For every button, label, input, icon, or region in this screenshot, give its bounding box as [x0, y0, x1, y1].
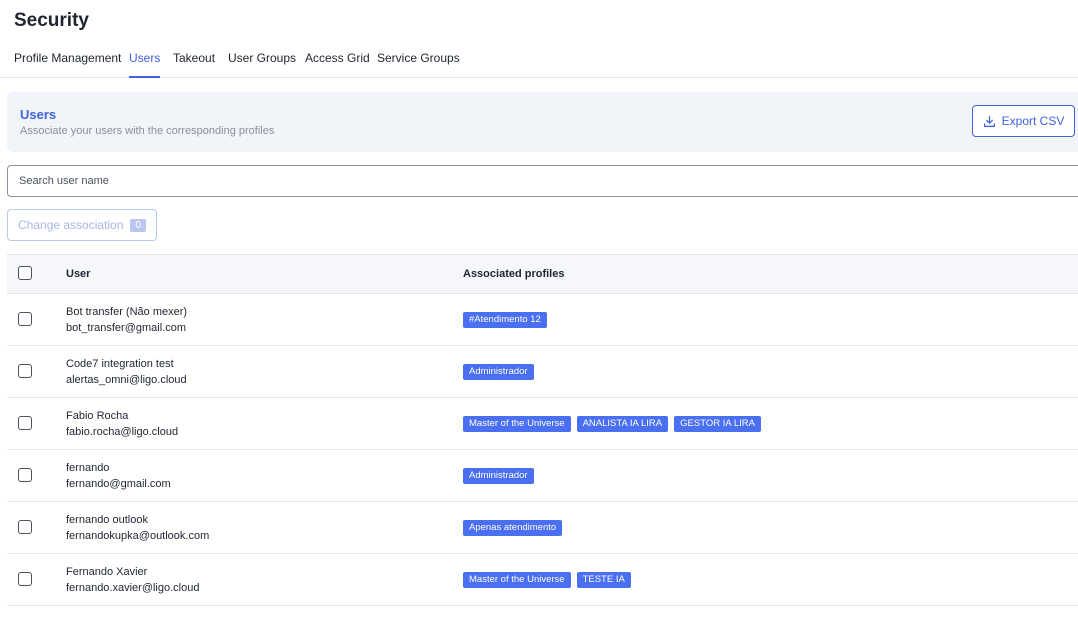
profile-badge: Master of the Universe: [463, 416, 571, 432]
user-name: Fernando Xavier: [66, 566, 148, 578]
column-header-profiles: Associated profiles: [463, 268, 565, 280]
user-email: fernandokupka@outlook.com: [66, 530, 210, 542]
profile-badge: Administrador: [463, 468, 534, 484]
search-user-input[interactable]: [7, 165, 1078, 197]
tab-service-groups[interactable]: Service Groups: [377, 51, 460, 78]
profile-badges: Master of the Universe TESTE IA: [463, 572, 631, 588]
profile-badge: ANALISTA IA LIRA: [576, 416, 669, 432]
row-checkbox[interactable]: [18, 364, 32, 378]
profile-badges: #Atendimento 12: [463, 312, 547, 328]
profile-badges: Administrador: [463, 468, 534, 484]
profile-badge: #Atendimento 12: [463, 312, 547, 328]
profile-badges: Master of the Universe ANALISTA IA LIRA GE…: [463, 416, 761, 432]
column-header-user: User: [66, 268, 91, 280]
tab-bar: Profile Management Users Takeout User Gr…: [0, 44, 1078, 78]
user-email: fernando@gmail.com: [66, 478, 171, 490]
profile-badge: Master of the Universe: [463, 572, 571, 588]
table-row: Code7 integration test alertas_omni@ligo.…: [7, 346, 1078, 398]
row-checkbox[interactable]: [18, 468, 32, 482]
users-table: User Associated profiles Bot transfer (N…: [7, 254, 1078, 606]
table-body: Bot transfer (Não mexer) bot_transfer@gma…: [7, 294, 1078, 606]
user-email: fabio.rocha@ligo.cloud: [66, 426, 179, 438]
user-name: fernando outlook: [66, 514, 148, 526]
user-email: alertas_omni@ligo.cloud: [66, 374, 187, 386]
download-icon: [983, 115, 995, 127]
profile-badge: TESTE IA: [576, 572, 631, 588]
change-association-button[interactable]: Change association 0: [7, 209, 157, 241]
row-checkbox[interactable]: [18, 312, 32, 326]
page-title: Security: [14, 10, 89, 31]
row-checkbox[interactable]: [18, 416, 32, 430]
export-csv-button[interactable]: Export CSV: [972, 105, 1075, 137]
change-association-label: Change association: [18, 218, 124, 232]
profile-badges: Apenas atendimento: [463, 520, 563, 536]
table-row: Bot transfer (Não mexer) bot_transfer@gma…: [7, 294, 1078, 346]
profile-badge: Administrador: [463, 364, 534, 380]
tab-access-grid[interactable]: Access Grid: [305, 51, 370, 78]
tab-user-groups[interactable]: User Groups: [228, 51, 296, 78]
tab-takeout[interactable]: Takeout: [173, 51, 215, 78]
user-email: bot_transfer@gmail.com: [66, 322, 186, 334]
export-csv-label: Export CSV: [1001, 114, 1065, 128]
selected-count-badge: 0: [130, 218, 146, 232]
table-row: fernando outlook fernandokupka@outlook.co…: [7, 502, 1078, 554]
user-name: Bot transfer (Não mexer): [66, 306, 188, 318]
user-name: Fabio Rocha: [66, 410, 129, 422]
tab-users[interactable]: Users: [129, 51, 161, 78]
table-row: Fabio Rocha fabio.rocha@ligo.cloud Master …: [7, 398, 1078, 450]
user-name: Code7 integration test: [66, 358, 174, 370]
profile-badge: Apenas atendimento: [463, 520, 563, 536]
section-subtitle: Associate your users with the correspond…: [20, 125, 275, 137]
user-email: fernando.xavier@ligo.cloud: [66, 582, 200, 594]
table-row: fernando fernando@gmail.com Administrador: [7, 450, 1078, 502]
row-checkbox[interactable]: [18, 572, 32, 586]
users-header-card: Users Associate your users with the corr…: [7, 92, 1078, 152]
row-checkbox[interactable]: [18, 520, 32, 534]
tab-profile-management[interactable]: Profile Management: [14, 51, 121, 78]
table-row: Fernando Xavier fernando.xavier@ligo.clou…: [7, 554, 1078, 606]
table-header: User Associated profiles: [7, 254, 1078, 294]
section-title: Users: [20, 107, 57, 122]
profile-badges: Administrador: [463, 364, 534, 380]
user-name: fernando: [66, 462, 110, 474]
select-all-checkbox[interactable]: [18, 266, 32, 280]
profile-badge: GESTOR IA LIRA: [674, 416, 761, 432]
